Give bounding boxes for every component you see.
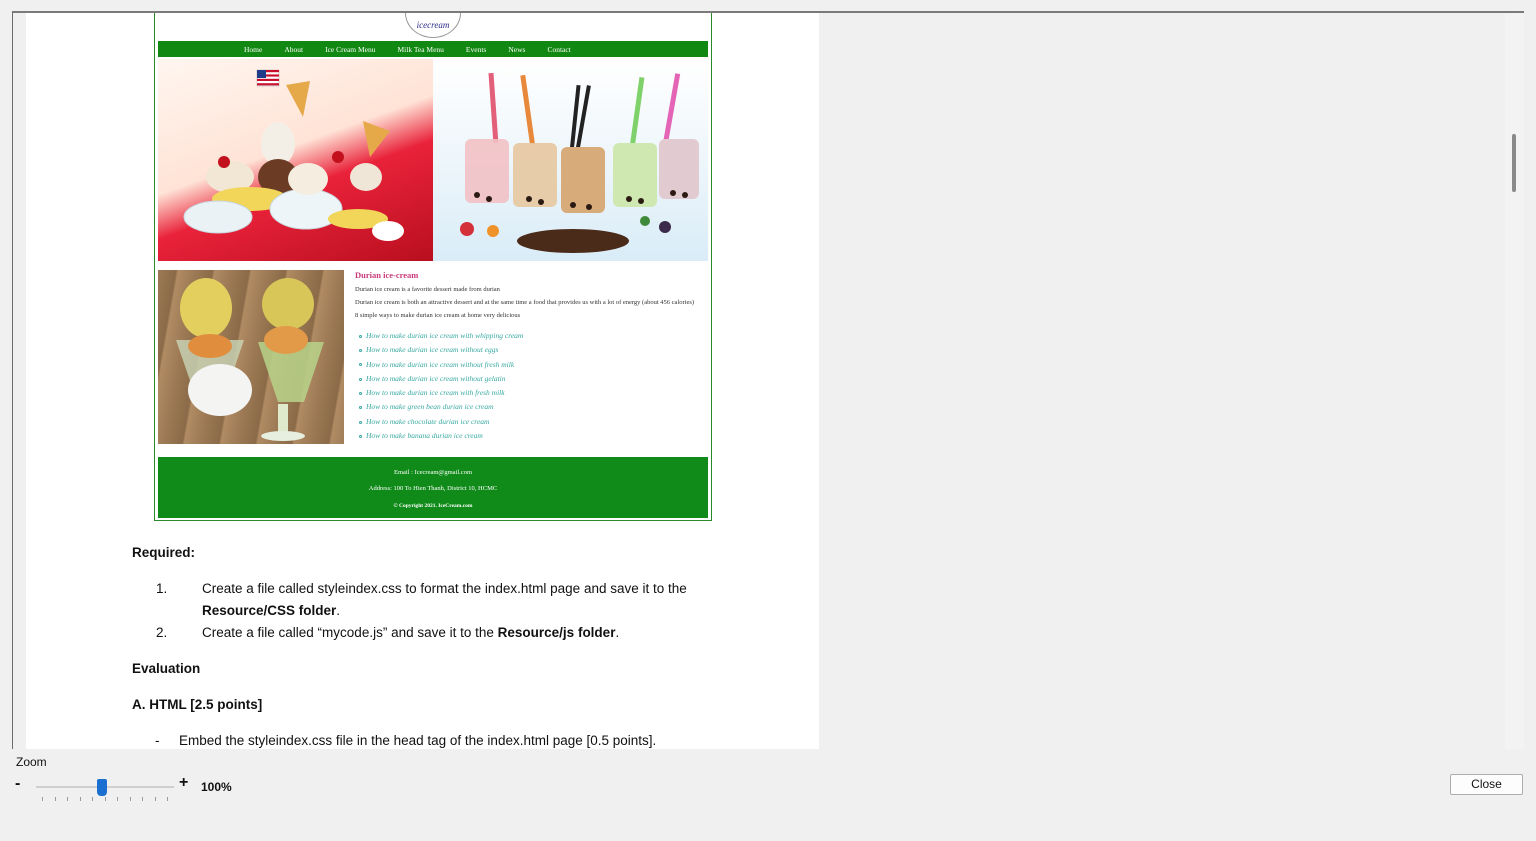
document-page: icecream ∼∼∼ ∼∼∼∼ Home About Ice Cream M… [26,13,819,749]
site-content: Durian ice-cream Durian ice cream is a f… [355,270,705,443]
required-heading: Required: [132,545,196,560]
slider-tick [105,797,106,801]
bullet-icon [359,420,362,424]
slider-tick [42,797,43,801]
scrollbar-thumb[interactable] [1512,134,1516,192]
nav-contact: Contact [547,44,571,54]
bubble-tea-illustration [460,72,699,253]
footer-address: Address: 100 To Hien Thanh, District 10,… [368,485,498,492]
bullet-icon [359,377,362,381]
bullet-icon [359,391,362,395]
slider-tick [67,797,68,801]
vertical-scrollbar[interactable] [1505,13,1524,749]
requirement-1-end: . [336,603,341,618]
slider-tick [167,797,168,801]
content-paragraph-3: 8 simple ways to make durian ice cream a… [355,312,521,319]
bullet-1-text: Embed the styleindex.css file in the hea… [179,733,657,748]
requirement-1-number: 1. [156,581,168,596]
footer-email: Email : Icecream@gmail.com [394,469,472,476]
requirement-2-line: Create a file called “mycode.js” and sav… [202,625,619,640]
logo-text: icecream [416,20,450,30]
zoom-slider-thumb[interactable] [97,779,108,796]
nav-about: About [284,44,304,54]
milk-tea-banner-image [433,59,708,261]
slider-tick [155,797,156,801]
site-footer: Email : Icecream@gmail.com Address: 100 … [158,457,708,518]
bullet-icon [359,334,362,338]
recipe-link: How to make durian ice cream with fresh … [359,386,705,400]
nav-ice-cream-menu: Ice Cream Menu [325,44,376,54]
ice-cream-banner-image [158,59,433,261]
content-title: Durian ice-cream [355,270,419,280]
nav-milk-tea-menu: Milk Tea Menu [397,44,444,54]
bullet-dash: - [155,733,160,748]
close-button[interactable]: Close [1450,774,1523,795]
section-a-heading: A. HTML [2.5 points] [132,697,263,712]
slider-tick [80,797,81,801]
site-nav-bar: Home About Ice Cream Menu Milk Tea Menu … [158,41,708,57]
requirement-1-folder: Resource/CSS folder [202,603,337,618]
bullet-icon [359,363,362,367]
bullet-icon [359,434,362,438]
website-screenshot: icecream ∼∼∼ ∼∼∼∼ Home About Ice Cream M… [154,13,712,521]
zoom-label: Zoom [16,755,47,769]
recipe-link: How to make durian ice cream without gel… [359,372,705,386]
recipe-link: How to make durian ice cream with whippi… [359,329,705,343]
nav-home: Home [244,44,263,54]
footer-copyright: © Copyright 2021. IceCream.com [393,503,473,509]
recipe-link: How to make chocolate durian ice cream [359,415,705,429]
durian-ice-cream-photo [158,270,344,444]
sundae-illustration [183,69,404,241]
requirement-1-line2: Resource/CSS folder. [202,603,340,618]
recipe-link: How to make green bean durian ice cream [359,400,705,414]
slider-tick [142,797,143,801]
nav-news: News [508,44,526,54]
nav-events: Events [465,44,487,54]
recipe-link: How to make durian ice cream without fre… [359,358,705,372]
document-viewer: icecream ∼∼∼ ∼∼∼∼ Home About Ice Cream M… [12,11,1524,749]
zoom-value: 100% [201,780,232,794]
recipe-link: How to make durian ice cream without egg… [359,343,705,357]
slider-tick [130,797,131,801]
content-paragraph-1: Durian ice cream is a favorite dessert m… [355,286,500,293]
requirement-2-text: Create a file called “mycode.js” and sav… [202,625,498,640]
us-flag-icon [256,69,280,87]
icecream-logo: icecream [405,13,461,38]
evaluation-heading: Evaluation [132,661,201,676]
bullet-icon [359,349,362,353]
slider-tick [92,797,93,801]
zoom-out-button[interactable]: - [15,775,20,793]
recipe-link: How to make banana durian ice cream [359,429,705,443]
bullet-icon [359,406,362,410]
durian-dessert-illustration [176,278,324,441]
requirement-1-text: Create a file called styleindex.css to f… [202,581,687,596]
content-paragraph-2: Durian ice cream is both an attractive d… [355,299,695,306]
recipe-link-list: How to make durian ice cream with whippi… [355,329,705,443]
requirement-2-folder: Resource/js folder [497,625,616,640]
slider-tick [55,797,56,801]
slider-tick [117,797,118,801]
zoom-in-button[interactable]: + [179,774,188,792]
requirement-2-number: 2. [156,625,168,640]
requirement-2-end: . [615,625,620,640]
